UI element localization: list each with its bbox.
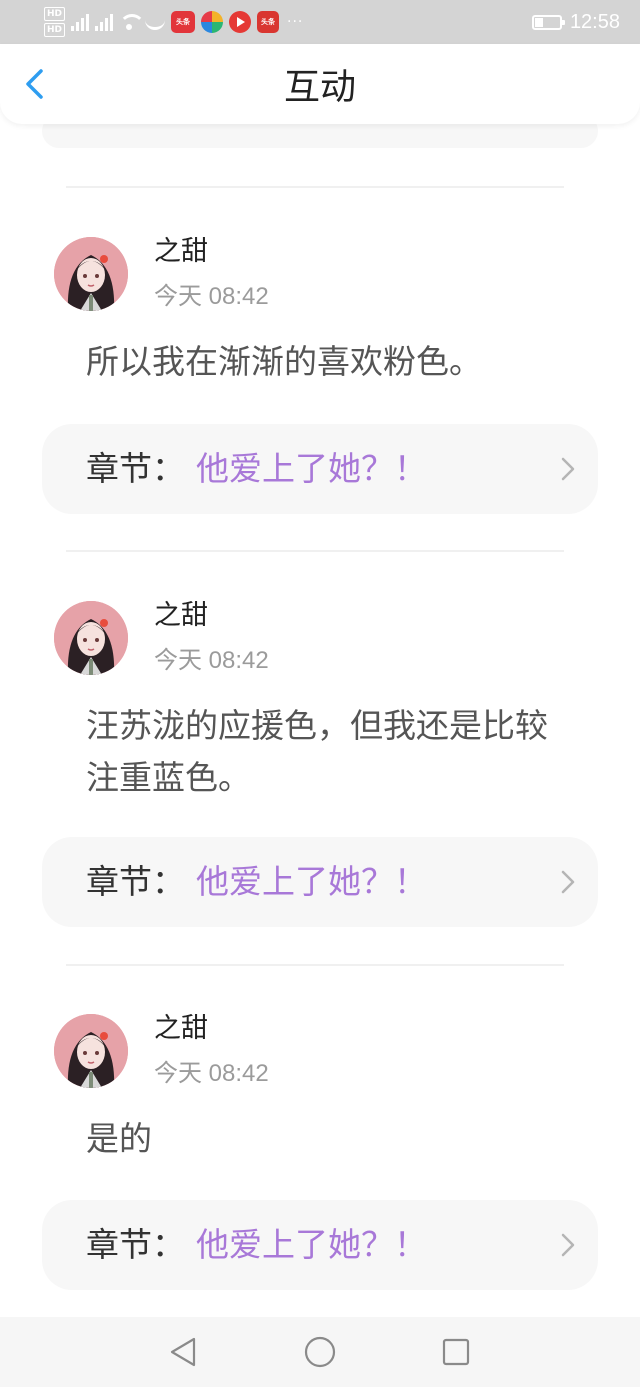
comment-list[interactable]: 之甜 今天 08:42 所以我在渐渐的喜欢粉色。 章节： 他爱上了她？！ 之甜 …: [0, 124, 640, 1317]
divider: [66, 550, 564, 552]
status-icons-left: HD HD 头条 头条 ···: [44, 6, 303, 38]
avatar[interactable]: [54, 237, 128, 311]
chapter-title: 他爱上了她？！: [196, 449, 427, 488]
avatar[interactable]: [54, 601, 128, 675]
hd-bottom-label: HD: [44, 23, 66, 37]
chapter-title: 他爱上了她？！: [196, 862, 427, 901]
chapter-link[interactable]: 章节： 他爱上了她？！: [42, 1200, 598, 1290]
circle-home-icon[interactable]: [303, 1335, 337, 1369]
status-bar: HD HD 头条 头条 ··· 12:58: [0, 0, 640, 44]
page-title: 互动: [283, 67, 356, 108]
more-notifications-icon: ···: [287, 14, 304, 30]
user-name[interactable]: 之甜: [154, 600, 208, 632]
chapter-label: 章节：: [86, 862, 185, 901]
chapter-title: 他爱上了她？！: [196, 1225, 427, 1264]
hd-indicator: HD HD: [44, 6, 66, 38]
previous-chapter-card[interactable]: [42, 124, 598, 148]
signal-icon: [71, 13, 90, 31]
comment-text: 所以我在渐渐的喜欢粉色。: [86, 342, 482, 381]
comment-text: 是的: [86, 1119, 152, 1158]
avatar-image: [54, 601, 128, 675]
timestamp: 今天 08:42: [154, 647, 269, 674]
avatar-image: [54, 237, 128, 311]
battery-icon: [531, 14, 565, 30]
chapter-link[interactable]: 章节： 他爱上了她？！: [42, 424, 598, 514]
comment-text: 汪苏泷的应援色，但我还是比较注重蓝色。: [86, 706, 548, 797]
divider: [66, 186, 564, 188]
hd-top-label: HD: [44, 7, 66, 21]
toutiao-app-icon: 头条: [171, 11, 196, 33]
avatar-image: [54, 1014, 128, 1088]
avatar[interactable]: [54, 1014, 128, 1088]
chevron-right-icon: [561, 870, 575, 894]
status-icons-right: 12:58: [531, 6, 620, 38]
wifi-icon: [119, 14, 146, 30]
divider: [66, 964, 564, 966]
top-bar: 互动: [0, 44, 640, 124]
news-app-icon: 头条: [257, 11, 280, 33]
timestamp: 今天 08:42: [154, 283, 269, 310]
signal-icon-2: [95, 13, 114, 31]
chapter-label: 章节：: [86, 1225, 185, 1264]
timestamp: 今天 08:42: [154, 1060, 269, 1087]
chapter-label: 章节：: [86, 449, 185, 488]
square-recent-icon[interactable]: [439, 1335, 473, 1369]
chapter-link[interactable]: 章节： 他爱上了她？！: [42, 837, 598, 927]
user-name[interactable]: 之甜: [154, 1013, 208, 1045]
clock: 12:58: [569, 10, 620, 33]
chevron-right-icon: [561, 1233, 575, 1257]
multicolor-app-icon: [201, 11, 224, 33]
missed-call-icon: [145, 14, 166, 30]
system-nav-bar: [0, 1317, 640, 1387]
video-app-icon: [229, 11, 252, 33]
triangle-back-icon[interactable]: [166, 1335, 200, 1369]
chevron-right-icon: [561, 457, 575, 481]
user-name[interactable]: 之甜: [154, 236, 208, 268]
